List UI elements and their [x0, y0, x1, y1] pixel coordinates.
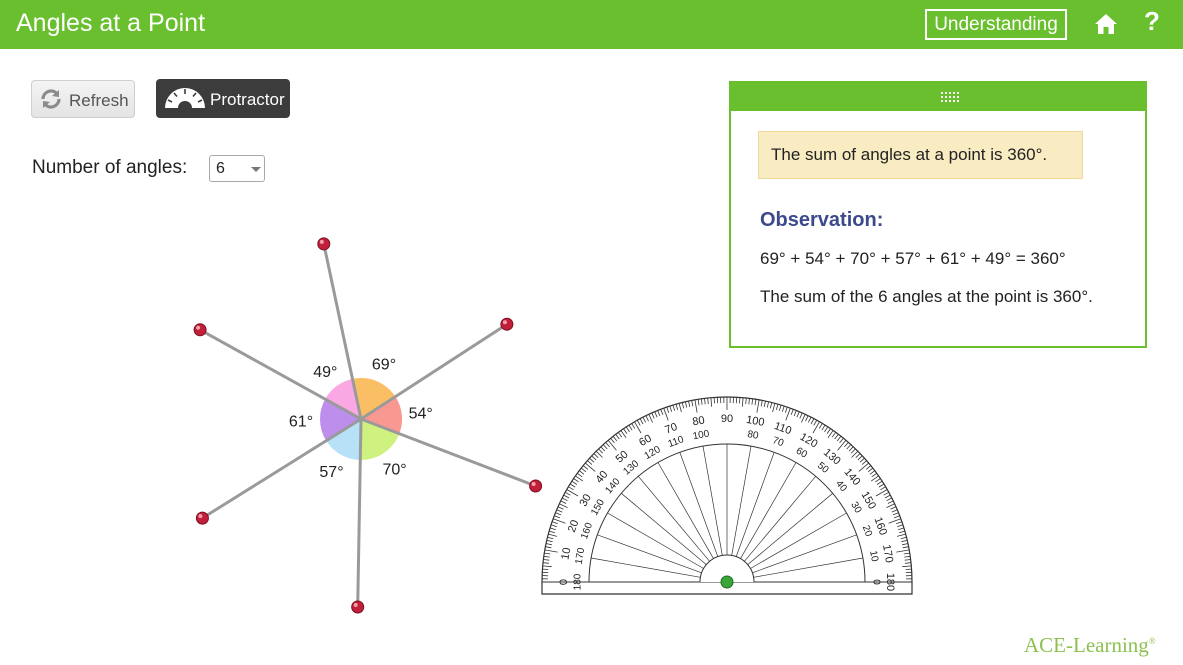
panel-drag-handle[interactable]	[731, 83, 1145, 111]
brand-logo: ACE-Learning®	[1024, 633, 1156, 658]
ray-handle[interactable]	[317, 237, 331, 251]
refresh-label: Refresh	[69, 91, 129, 110]
protractor-icon	[164, 87, 206, 109]
num-angles-select[interactable]: 6	[209, 155, 265, 182]
observation-conclusion: The sum of the 6 angles at the point is …	[760, 287, 1093, 306]
protractor-inner-label: 180	[573, 573, 584, 590]
angle-label: 54°	[409, 406, 433, 423]
help-button[interactable]: ?	[1144, 6, 1160, 37]
ray-handle[interactable]	[500, 317, 514, 331]
chevron-down-icon	[251, 167, 261, 172]
protractor-button[interactable]: Protractor	[156, 79, 290, 118]
protractor-outer-label: 90	[721, 413, 733, 425]
angle-label: 61°	[289, 414, 313, 431]
observation-title: Observation:	[760, 209, 884, 231]
refresh-button[interactable]: Refresh	[31, 80, 135, 118]
fact-box: The sum of angles at a point is 360°.	[758, 131, 1083, 179]
grip-icon	[941, 92, 959, 102]
registered-mark: ®	[1148, 636, 1156, 646]
protractor-label: Protractor	[210, 90, 285, 109]
ray-handle-highlight	[198, 514, 203, 519]
observation-equation: 69° + 54° + 70° + 57° + 61° + 49° = 360°	[760, 249, 1066, 268]
ray-handle-highlight	[319, 239, 324, 244]
angle-label: 49°	[313, 364, 337, 381]
protractor[interactable]: 010203040506070 80 90 100 110120130140150160…	[500, 380, 920, 600]
ray-handle[interactable]	[351, 600, 365, 614]
angle-label: 70°	[382, 462, 406, 479]
num-angles-label: Number of angles:	[32, 157, 188, 178]
brand-name: ACE-Learning	[1024, 633, 1149, 657]
protractor-outer-label: 10	[559, 547, 573, 561]
protractor-center-handle[interactable]	[720, 575, 734, 589]
angle-label: 57°	[319, 464, 343, 481]
understanding-button[interactable]: Understanding	[925, 9, 1067, 40]
ray-handle-highlight	[196, 325, 201, 330]
protractor-outer-label: 180	[884, 573, 896, 591]
app-title: Angles at a Point	[16, 9, 206, 37]
ray-handle-highlight	[353, 603, 358, 607]
ray-handle[interactable]	[193, 323, 207, 337]
angle-label: 69°	[372, 357, 396, 374]
refresh-icon	[39, 87, 63, 111]
ray-handle[interactable]	[195, 511, 209, 525]
protractor-outer-label: 80	[692, 414, 706, 428]
top-bar: Angles at a Point Understanding ?	[0, 0, 1183, 49]
protractor-outer-label: 0	[558, 579, 570, 585]
home-icon[interactable]	[1093, 11, 1119, 37]
num-angles-value: 6	[216, 160, 225, 177]
observation-panel: The sum of angles at a point is 360°. Ob…	[729, 81, 1147, 348]
protractor-inner-label: 0	[870, 579, 881, 585]
ray-handle-highlight	[502, 320, 507, 325]
